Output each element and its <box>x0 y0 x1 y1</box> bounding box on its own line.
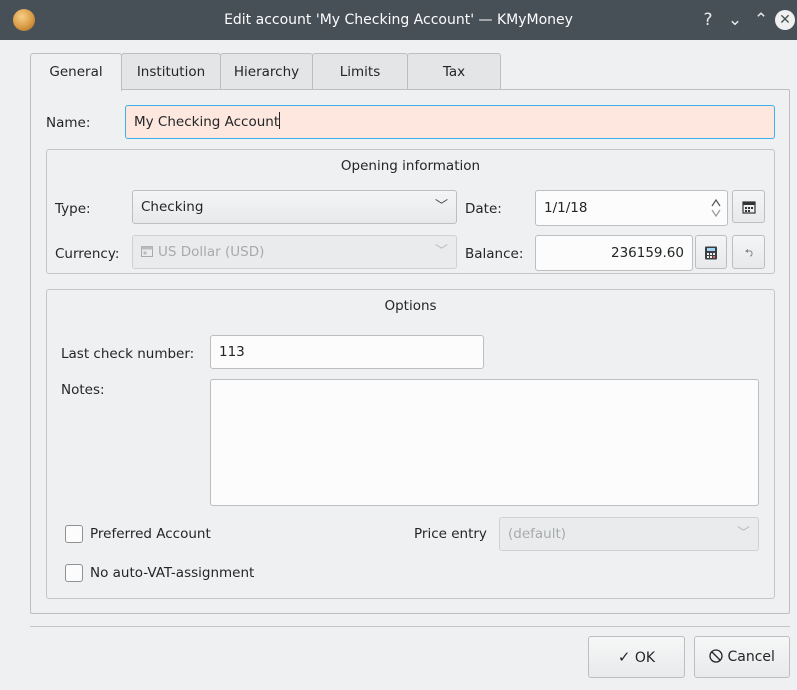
price-entry-select[interactable]: (default) ﹀ <box>499 517 759 551</box>
help-button[interactable]: ? <box>697 8 719 32</box>
no-auto-vat-label: No auto-VAT-assignment <box>90 565 255 581</box>
notes-textarea[interactable] <box>210 379 759 506</box>
no-auto-vat-checkbox[interactable] <box>65 564 83 582</box>
checkmark-icon: ✓ <box>617 648 631 666</box>
balance-label: Balance: <box>465 246 524 262</box>
ok-button[interactable]: ✓ OK <box>588 636 685 678</box>
type-select[interactable]: Checking ﹀ <box>132 190 457 224</box>
chevron-down-icon: ﹀ <box>736 526 750 541</box>
currency-select-value: US Dollar (USD) <box>158 244 265 260</box>
undo-icon <box>744 249 753 257</box>
chevron-down-icon: ﹀ <box>434 199 448 214</box>
calculator-icon <box>705 246 717 260</box>
currency-select[interactable]: US Dollar (USD) ﹀ <box>132 235 457 269</box>
currency-icon <box>141 237 153 257</box>
opening-information-group: Opening information Type: Checking ﹀ Dat… <box>46 149 775 274</box>
last-check-number-value: 113 <box>219 344 245 360</box>
preferred-account-label: Preferred Account <box>90 526 211 542</box>
dialog-separator <box>30 626 790 627</box>
minimize-button[interactable]: ⌄ <box>724 8 746 32</box>
window-title: Edit account 'My Checking Account' — KMy… <box>224 12 573 28</box>
price-entry-label: Price entry <box>414 526 487 542</box>
last-check-number-label: Last check number: <box>61 346 195 362</box>
tab-institution[interactable]: Institution <box>121 53 221 90</box>
options-title: Options <box>384 298 437 314</box>
cancel-button-label: Cancel <box>727 649 775 665</box>
balance-input[interactable]: 236159.60 <box>535 235 693 271</box>
date-input[interactable]: 1/1/18 <box>535 190 728 226</box>
tab-hierarchy[interactable]: Hierarchy <box>220 53 313 90</box>
calculator-button[interactable] <box>695 235 727 269</box>
date-spinner[interactable] <box>710 194 722 222</box>
text-cursor <box>279 112 281 129</box>
last-check-number-input[interactable]: 113 <box>210 335 484 369</box>
type-select-value: Checking <box>141 199 204 215</box>
general-tab-panel: Name: My Checking Account Opening inform… <box>30 89 790 614</box>
notes-label: Notes: <box>61 382 105 398</box>
tab-limits[interactable]: Limits <box>312 53 408 90</box>
name-input-value: My Checking Account <box>134 114 280 130</box>
date-label: Date: <box>465 201 502 217</box>
calendar-button[interactable] <box>732 190 765 223</box>
tab-tax[interactable]: Tax <box>407 53 501 90</box>
opening-information-title: Opening information <box>340 158 481 174</box>
reset-balance-button[interactable] <box>732 235 765 269</box>
currency-label: Currency: <box>55 246 120 262</box>
ok-button-label: OK <box>634 650 656 666</box>
name-input[interactable]: My Checking Account <box>125 105 775 139</box>
date-input-value: 1/1/18 <box>544 200 588 216</box>
cancel-icon <box>709 639 723 663</box>
tab-general[interactable]: General <box>30 53 122 91</box>
cancel-button[interactable]: Cancel <box>694 636 790 678</box>
balance-input-value: 236159.60 <box>610 245 684 261</box>
close-button[interactable]: ✕ <box>775 10 795 30</box>
title-bar: Edit account 'My Checking Account' — KMy… <box>0 0 797 40</box>
calendar-icon <box>741 201 756 214</box>
chevron-down-icon: ﹀ <box>434 244 448 259</box>
type-label: Type: <box>55 201 91 217</box>
maximize-button[interactable]: ⌃ <box>750 8 772 32</box>
options-group: Options Last check number: 113 Notes: Pr… <box>46 289 775 599</box>
preferred-account-checkbox[interactable] <box>65 525 83 543</box>
name-label: Name: <box>46 115 91 131</box>
price-entry-value: (default) <box>508 526 567 542</box>
